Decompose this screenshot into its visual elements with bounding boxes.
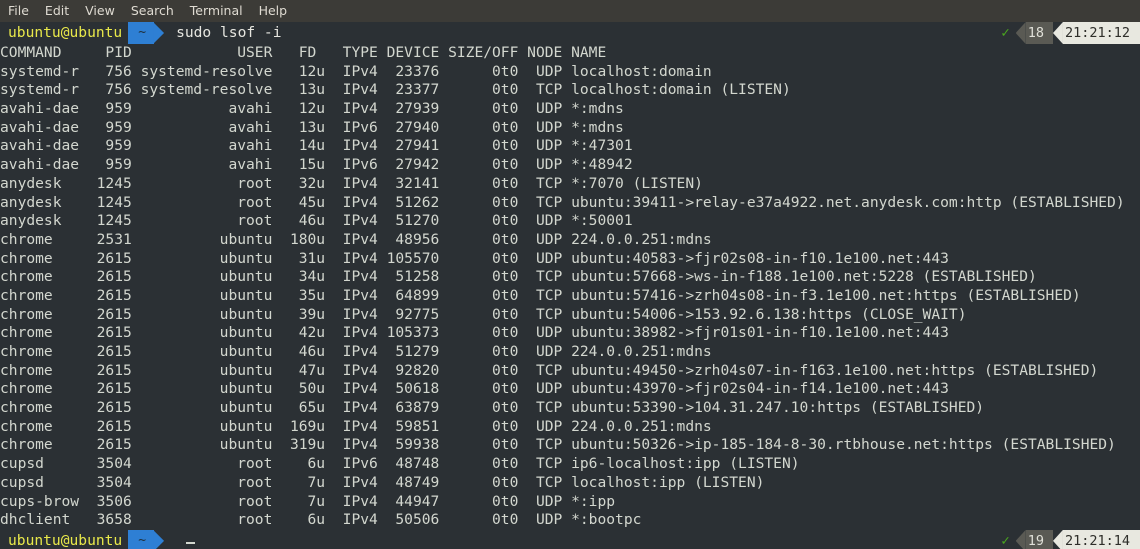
table-row: chrome 2615 ubuntu 34u IPv4 51258 0t0 TC… — [0, 268, 1037, 286]
prompt-command-top: sudo lsof -i — [176, 24, 282, 41]
status-light-arrow-icon — [1052, 22, 1063, 44]
table-row: cupsd 3504 root 6u IPv6 48748 0t0 TCP ip… — [0, 455, 800, 473]
table-row: anydesk 1245 root 32u IPv4 32141 0t0 TCP… — [0, 174, 703, 192]
table-header-row: COMMAND PID USER FD TYPE DEVICE SIZE/OFF… — [0, 44, 607, 61]
check-icon: ✓ — [1001, 25, 1010, 41]
history-number-top: 18 — [1025, 22, 1053, 44]
prompt-user-host-bottom: ubuntu@ubuntu — [8, 531, 123, 549]
table-row: avahi-dae 959 avahi 12u IPv4 27939 0t0 U… — [0, 100, 624, 118]
table-row: chrome 2615 ubuntu 65u IPv4 63879 0t0 TC… — [0, 399, 985, 417]
table-row: chrome 2615 ubuntu 169u IPv4 59851 0t0 U… — [0, 417, 712, 435]
clock-top: 21:21:12 — [1062, 22, 1140, 44]
table-row: chrome 2615 ubuntu 50u IPv4 50618 0t0 UD… — [0, 380, 949, 398]
table-row: avahi-dae 959 avahi 13u IPv6 27940 0t0 U… — [0, 118, 624, 136]
powerline-arrow-icon — [153, 22, 165, 44]
table-row: avahi-dae 959 avahi 14u IPv4 27941 0t0 U… — [0, 137, 633, 155]
table-row: cups-brow 3506 root 7u IPv4 44947 0t0 UD… — [0, 492, 616, 510]
menu-bar: File Edit View Search Terminal Help — [0, 0, 1140, 22]
command-input[interactable] — [164, 530, 196, 549]
prompt-status-top: ✓ 18 21:21:12 — [1001, 22, 1140, 44]
table-row: chrome 2615 ubuntu 39u IPv4 92775 0t0 TC… — [0, 305, 967, 323]
table-row: chrome 2615 ubuntu 35u IPv4 64899 0t0 TC… — [0, 286, 1081, 304]
powerline-arrow-icon-bottom — [153, 529, 165, 549]
table-row: chrome 2615 ubuntu 319u IPv4 59938 0t0 T… — [0, 436, 1116, 454]
table-row: cupsd 3504 root 7u IPv4 48749 0t0 TCP lo… — [0, 473, 765, 491]
menu-item-search[interactable]: Search — [131, 0, 174, 22]
prompt-path-segment: ~ — [128, 22, 155, 44]
table-row: systemd-r 756 systemd-resolve 12u IPv4 2… — [0, 62, 712, 80]
menu-item-file[interactable]: File — [8, 0, 29, 22]
status-light-arrow-icon-bottom — [1052, 529, 1063, 549]
status-gray-arrow-icon — [1015, 22, 1026, 44]
table-row: dhclient 3658 root 6u IPv4 50506 0t0 UDP… — [0, 511, 642, 529]
table-row: avahi-dae 959 avahi 15u IPv6 27942 0t0 U… — [0, 156, 633, 174]
table-row: anydesk 1245 root 45u IPv4 51262 0t0 TCP… — [0, 193, 1125, 211]
table-row: chrome 2615 ubuntu 47u IPv4 92820 0t0 TC… — [0, 361, 1099, 379]
table-row: anydesk 1245 root 46u IPv4 51270 0t0 UDP… — [0, 212, 633, 230]
table-row: chrome 2615 ubuntu 42u IPv4 105373 0t0 U… — [0, 324, 949, 342]
menu-item-help[interactable]: Help — [259, 0, 288, 22]
prompt-path-segment-bottom: ~ — [128, 529, 155, 549]
history-number-bottom: 19 — [1025, 529, 1053, 549]
prompt-user-host: ubuntu@ubuntu — [8, 24, 123, 41]
text-cursor — [186, 541, 196, 544]
clock-bottom: 21:21:14 — [1062, 529, 1140, 549]
prompt-line-bottom[interactable]: ubuntu@ubuntu ~ ✓ 19 21:21:14 — [0, 529, 1140, 549]
menu-item-edit[interactable]: Edit — [45, 0, 69, 22]
table-row: chrome 2615 ubuntu 31u IPv4 105570 0t0 U… — [0, 249, 949, 267]
prompt-line-top: ubuntu@ubuntu ~ sudo lsof -i ✓ 18 21:21:… — [0, 22, 1140, 44]
prompt-status-bottom: ✓ 19 21:21:14 — [1001, 529, 1140, 549]
status-gray-arrow-icon-bottom — [1015, 529, 1026, 549]
menu-item-terminal[interactable]: Terminal — [190, 0, 243, 22]
terminal-screen[interactable]: ubuntu@ubuntu ~ sudo lsof -i ✓ 18 21:21:… — [0, 22, 1140, 549]
table-row: chrome 2531 ubuntu 180u IPv4 48956 0t0 U… — [0, 230, 712, 248]
menu-item-view[interactable]: View — [85, 0, 115, 22]
table-row: chrome 2615 ubuntu 46u IPv4 51279 0t0 UD… — [0, 343, 712, 360]
table-row: systemd-r 756 systemd-resolve 13u IPv4 2… — [0, 81, 791, 99]
check-icon-bottom: ✓ — [1001, 532, 1010, 549]
